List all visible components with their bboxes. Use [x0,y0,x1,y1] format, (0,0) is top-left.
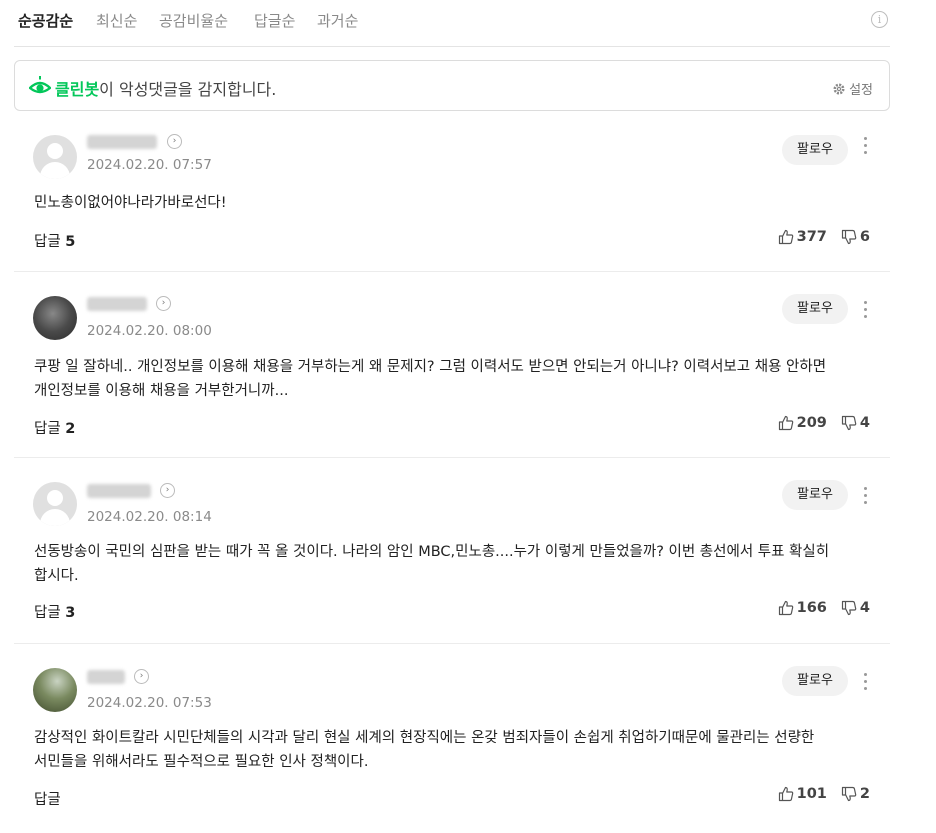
avatar[interactable] [33,668,77,712]
cleanbot-message: 클린봇이 악성댓글을 감지합니다. [55,76,276,100]
more-options-icon[interactable] [859,299,871,321]
follow-button[interactable]: 팔로우 [782,666,848,696]
reply-button[interactable]: 답글 2 [34,417,75,438]
like-button[interactable]: 101 [778,786,827,802]
thumbs-up-icon [778,786,793,802]
follow-button[interactable]: 팔로우 [782,135,848,165]
like-button[interactable]: 209 [778,415,827,431]
sort-bar: 순공감순 최신순 공감비율순 답글순 과거순 i [14,0,890,47]
like-count: 209 [796,415,827,431]
comment-item: › 2024.02.20. 08:00 팔로우 쿠팡 일 잘하네.. 개인정보를… [14,272,890,458]
like-count: 101 [796,786,827,802]
like-button[interactable]: 166 [778,600,827,616]
chevron-right-icon[interactable]: › [160,483,175,498]
dislike-count: 4 [859,600,870,616]
dislike-count: 2 [859,786,870,802]
comment-text: 쿠팡 일 잘하네.. 개인정보를 이용해 채용을 거부하는게 왜 문제지? 그럼… [34,359,827,399]
sort-tab-replies[interactable]: 답글순 [254,10,295,31]
reply-label: 답글 [34,421,61,437]
gear-icon [833,83,845,94]
cleanbot-settings-button[interactable]: 설정 [832,79,873,98]
like-button[interactable]: 377 [778,229,827,245]
like-count: 377 [796,229,827,245]
thumbs-up-icon [778,600,793,616]
chevron-right-icon[interactable]: › [156,296,171,311]
vote-group: 209 4 [778,415,870,431]
thumbs-down-icon [841,415,857,431]
thumbs-down-icon [841,229,857,245]
vote-group: 166 4 [778,600,870,616]
dislike-button[interactable]: 4 [841,600,870,616]
comment-date: 2024.02.20. 08:00 [87,323,212,339]
avatar[interactable] [33,135,77,179]
reply-button[interactable]: 답글 3 [34,601,75,622]
vote-group: 377 6 [778,229,870,245]
sort-tab-likes[interactable]: 순공감순 [18,10,73,31]
dislike-count: 6 [859,229,870,245]
thumbs-up-icon [778,229,793,245]
cleanbot-text: 이 악성댓글을 감지합니다. [99,80,277,99]
follow-button[interactable]: 팔로우 [782,480,848,510]
thumbs-down-icon [841,786,857,802]
cleanbot-brand: 클린봇 [55,80,100,99]
comment-date: 2024.02.20. 07:53 [87,695,212,711]
thumbs-up-icon [778,415,793,431]
dislike-count: 4 [859,415,870,431]
like-count: 166 [796,600,827,616]
reply-count: 5 [65,234,76,250]
more-options-icon[interactable] [859,671,871,693]
nickname-blurred[interactable] [87,135,157,149]
reply-button[interactable]: 답글 5 [34,230,75,251]
comment-date: 2024.02.20. 08:14 [87,509,212,525]
dislike-button[interactable]: 4 [841,415,870,431]
dislike-button[interactable]: 2 [841,786,870,802]
vote-group: 101 2 [778,786,870,802]
comment-text: 선동방송이 국민의 심판을 받는 때가 꼭 올 것이다. 나라의 암인 MBC,… [34,544,830,584]
reply-count: 2 [65,421,76,437]
comment-text: 민노총이없어야나라가바로선다! [34,195,227,211]
chevron-right-icon[interactable]: › [134,669,149,684]
reply-label: 답글 [34,234,61,250]
comment-text: 감상적인 화이트칼라 시민단체들의 시각과 달리 현실 세계의 현장직에는 온갖… [34,730,815,770]
comment-item: › 2024.02.20. 07:53 팔로우 감상적인 화이트칼라 시민단체들… [14,644,890,833]
reply-label: 답글 [34,792,61,808]
reply-label: 답글 [34,605,61,621]
comment-date: 2024.02.20. 07:57 [87,157,212,173]
settings-label: 설정 [849,83,873,98]
nickname-blurred[interactable] [87,297,147,311]
dislike-button[interactable]: 6 [841,229,870,245]
avatar[interactable] [33,296,77,340]
sort-tab-latest[interactable]: 최신순 [96,10,137,31]
reply-button[interactable]: 답글 [34,788,61,809]
cleanbot-banner: 클린봇이 악성댓글을 감지합니다. 설정 [14,60,890,111]
cleanbot-eye-icon [29,76,51,94]
avatar[interactable] [33,482,77,526]
sort-tab-oldest[interactable]: 과거순 [317,10,358,31]
more-options-icon[interactable] [859,485,871,507]
thumbs-down-icon [841,600,857,616]
comment-item: › 2024.02.20. 08:14 팔로우 선동방송이 국민의 심판을 받는… [14,458,890,644]
nickname-blurred[interactable] [87,670,125,684]
follow-button[interactable]: 팔로우 [782,294,848,324]
reply-count: 3 [65,605,76,621]
chevron-right-icon[interactable]: › [167,134,182,149]
more-options-icon[interactable] [859,135,871,157]
info-icon[interactable]: i [871,11,888,28]
sort-tab-ratio[interactable]: 공감비율순 [159,10,228,31]
nickname-blurred[interactable] [87,484,151,498]
comment-item: › 2024.02.20. 07:57 팔로우 민노총이없어야나라가바로선다! … [14,119,890,272]
